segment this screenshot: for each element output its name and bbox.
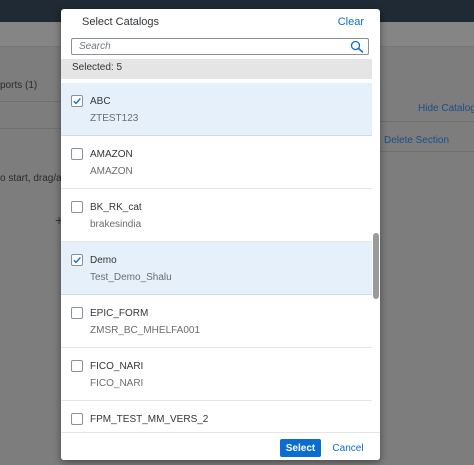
delete-section-link: Delete Section bbox=[384, 135, 450, 146]
hide-catalogs-link: Hide Catalogs bbox=[418, 103, 474, 114]
list-item[interactable]: Demo Test_Demo_Shalu bbox=[61, 242, 372, 295]
item-title: ABC bbox=[90, 96, 111, 107]
item-title: FPM_TEST_MM_VERS_2 bbox=[90, 414, 209, 425]
select-button[interactable]: Select bbox=[280, 439, 321, 457]
background-divider bbox=[0, 101, 62, 102]
checkbox-checked[interactable] bbox=[71, 254, 83, 266]
search-icon[interactable] bbox=[350, 40, 364, 53]
checkmark-icon bbox=[73, 256, 81, 264]
item-title: AMAZON bbox=[90, 149, 133, 160]
item-description: ZMSR_BC_MHELFA001 bbox=[90, 325, 201, 336]
search-input[interactable] bbox=[72, 39, 348, 54]
checkbox[interactable] bbox=[71, 148, 83, 160]
background-divider bbox=[380, 121, 474, 122]
search-field bbox=[71, 38, 369, 55]
item-description: brakesindia bbox=[90, 219, 142, 230]
dialog-title: Select Catalogs bbox=[82, 16, 160, 28]
scrollbar-thumb[interactable] bbox=[373, 233, 379, 299]
background-text-reports: ports (1) bbox=[0, 80, 38, 91]
background-divider bbox=[0, 128, 62, 129]
background-divider bbox=[380, 151, 474, 152]
list-item[interactable]: FICO_NARI FICO_NARI bbox=[61, 348, 372, 401]
checkmark-icon bbox=[73, 97, 81, 105]
checkbox[interactable] bbox=[71, 307, 83, 319]
dialog-footer: Select Cancel bbox=[61, 432, 380, 460]
checkbox[interactable] bbox=[71, 201, 83, 213]
selected-info-bar: Selected: 5 bbox=[61, 59, 372, 79]
background-text-drag-hint: o start, drag/ad bbox=[0, 173, 68, 184]
dialog-header: Select Catalogs Clear bbox=[61, 9, 380, 36]
item-description: Test_Demo_Shalu bbox=[90, 272, 172, 283]
item-description: ZTEST123 bbox=[90, 113, 139, 124]
item-title: Demo bbox=[90, 255, 117, 266]
checkbox[interactable] bbox=[71, 413, 83, 425]
list-item[interactable]: AMAZON AMAZON bbox=[61, 136, 372, 189]
cancel-button[interactable]: Cancel bbox=[327, 439, 369, 457]
item-title: EPIC_FORM bbox=[90, 308, 149, 319]
select-catalogs-dialog: Select Catalogs Clear Selected: 5 ABC ZT… bbox=[61, 9, 380, 460]
checkbox-checked[interactable] bbox=[71, 95, 83, 107]
checkbox[interactable] bbox=[71, 360, 83, 372]
list-item[interactable]: EPIC_FORM ZMSR_BC_MHELFA001 bbox=[61, 295, 372, 348]
catalog-list: ABC ZTEST123 AMAZON AMAZON BK_RK_cat bra… bbox=[61, 83, 372, 440]
list-item[interactable]: BK_RK_cat brakesindia bbox=[61, 189, 372, 242]
item-description: FICO_NARI bbox=[90, 378, 144, 389]
list-scrollbar[interactable] bbox=[372, 59, 380, 439]
item-title: BK_RK_cat bbox=[90, 202, 142, 213]
list-item[interactable]: ABC ZTEST123 bbox=[61, 83, 372, 136]
selected-count: Selected: 5 bbox=[72, 62, 123, 73]
item-title: FICO_NARI bbox=[90, 361, 144, 372]
clear-button[interactable]: Clear bbox=[338, 16, 364, 28]
item-description: AMAZON bbox=[90, 166, 133, 177]
